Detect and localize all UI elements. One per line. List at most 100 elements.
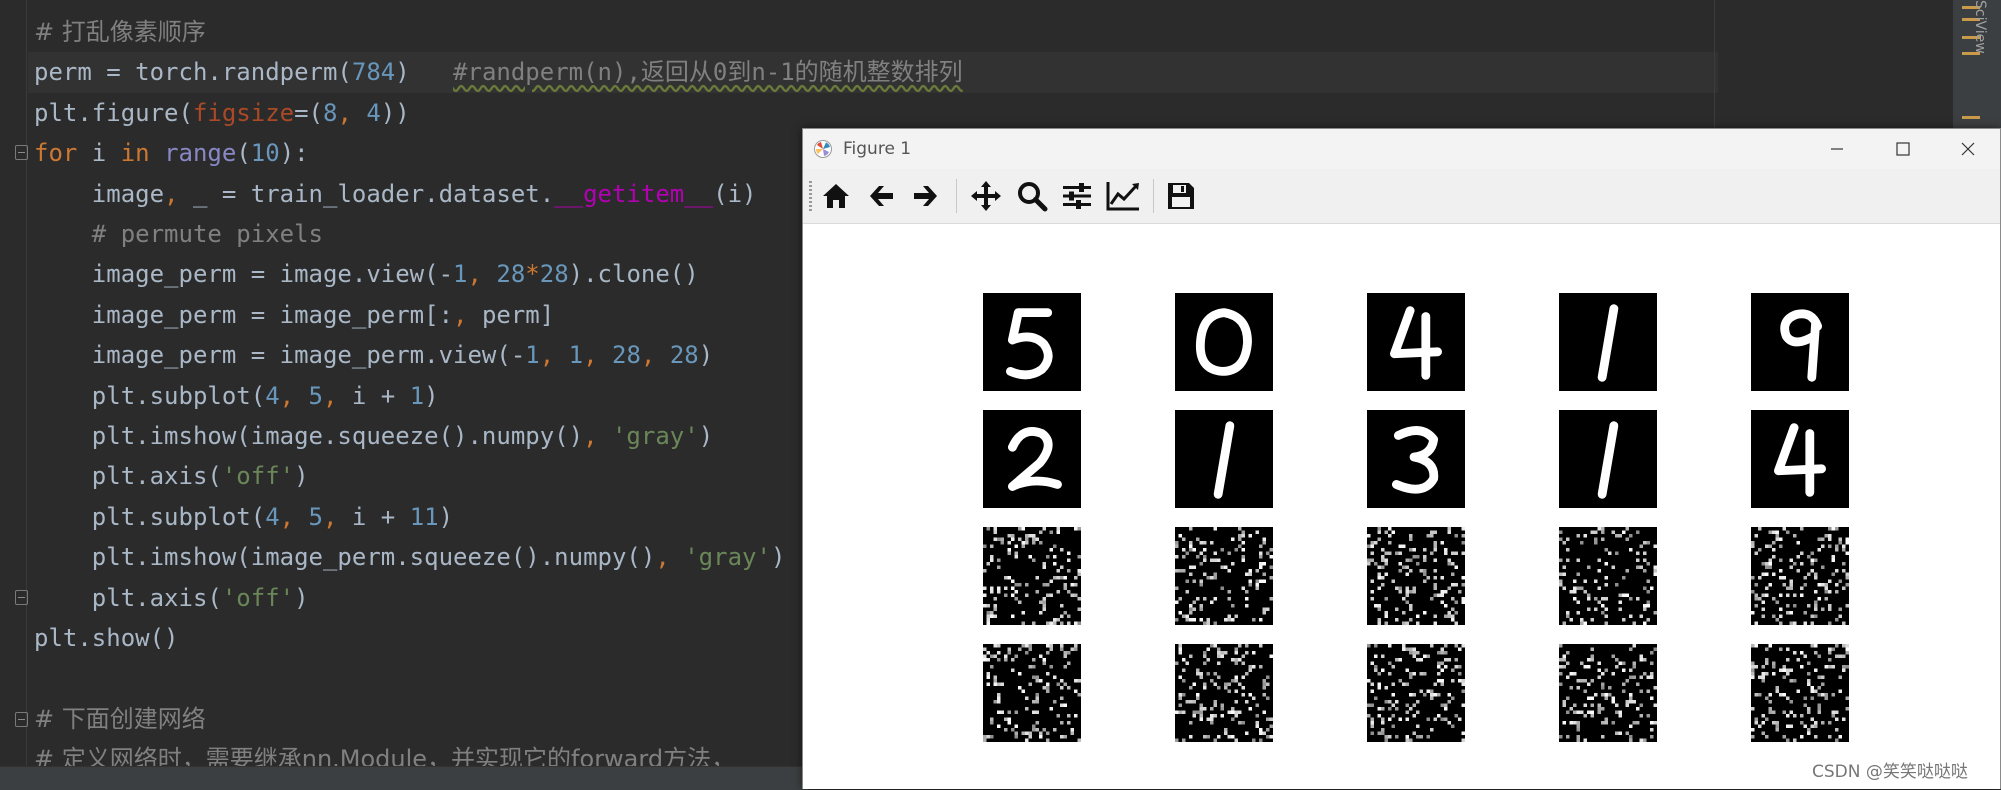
code-token: , — [323, 502, 352, 531]
code-line[interactable]: plt.show() — [34, 618, 179, 658]
code-token: range — [164, 139, 237, 168]
save-button[interactable] — [1161, 177, 1201, 215]
code-token: 'off' — [221, 462, 295, 491]
navigation-toolbar — [803, 169, 2000, 224]
code-line[interactable]: plt.axis('off') — [34, 578, 309, 618]
back-button[interactable] — [861, 177, 901, 215]
mnist-digit-image — [1175, 293, 1273, 391]
fold-toggle-for-loop-end[interactable] — [15, 590, 28, 605]
code-line[interactable]: image_perm = image_perm[:, perm] — [34, 295, 554, 335]
code-token: __getitem__ — [554, 179, 714, 208]
code-token: in — [120, 139, 150, 168]
sciview-panel-tab[interactable]: SciView — [1972, 0, 1988, 54]
mnist-digit-image — [1751, 293, 1849, 391]
code-token: 4 — [366, 98, 381, 127]
permuted-pixels-image — [1559, 527, 1657, 625]
code-token: ) — [770, 543, 786, 572]
code-token: )) — [380, 98, 410, 127]
code-token: plt.imshow(image.squeeze().numpy() — [34, 422, 584, 450]
code-token: , — [583, 422, 612, 450]
code-token: 'gray' — [684, 543, 771, 572]
close-button[interactable] — [1934, 129, 2001, 169]
permuted-pixels-image — [1367, 644, 1465, 742]
edit-axes-button[interactable] — [1103, 177, 1143, 215]
code-line[interactable]: plt.figure(figsize=(8, 4)) — [34, 93, 410, 133]
mnist-digit-image — [1367, 293, 1465, 391]
toolbar-separator — [1153, 179, 1154, 213]
configure-subplots-icon — [1063, 183, 1091, 209]
mnist-digit-image — [1175, 410, 1273, 508]
code-token: _ = train_loader.dataset. — [178, 179, 555, 208]
fold-toggle-for-loop[interactable] — [15, 145, 28, 160]
maximize-button[interactable] — [1869, 129, 1937, 169]
code-line[interactable]: image_perm = image_perm.view(-1, 1, 28, … — [34, 335, 713, 375]
code-token: i + — [351, 502, 410, 531]
mnist-digit-image — [983, 410, 1081, 508]
code-token: , — [279, 381, 309, 410]
code-token: plt.subplot( — [34, 381, 266, 410]
code-line[interactable]: plt.imshow(image_perm.squeeze().numpy(),… — [34, 537, 786, 577]
back-icon — [870, 186, 893, 206]
code-token: ( — [236, 139, 251, 168]
minimize-icon — [1831, 148, 1843, 150]
permuted-pixels-image — [1559, 644, 1657, 742]
code-line[interactable]: perm = torch.randperm(784) #randperm(n),… — [34, 52, 963, 92]
minimize-button[interactable] — [1803, 129, 1871, 169]
code-token: , — [539, 341, 569, 370]
code-token: image_perm = image.view(- — [34, 260, 454, 289]
code-line[interactable]: plt.subplot(4, 5, i + 11) — [34, 497, 453, 537]
code-line[interactable]: plt.imshow(image.squeeze().numpy(), 'gra… — [34, 416, 713, 456]
code-token: for — [34, 139, 78, 168]
code-token: , — [323, 381, 352, 410]
code-token: plt.subplot( — [34, 502, 266, 531]
code-line[interactable]: for i in range(10): — [34, 133, 309, 173]
forward-icon — [914, 186, 937, 206]
edit-axes-icon — [1106, 182, 1139, 211]
code-token: # permute pixels — [34, 220, 323, 248]
code-line[interactable]: plt.subplot(4, 5, i + 1) — [34, 376, 439, 416]
editor-gutter — [0, 0, 28, 789]
permuted-pixels-image — [1175, 644, 1273, 742]
code-token: ) — [698, 422, 714, 450]
warning-marker[interactable] — [1962, 116, 1980, 119]
code-token: , — [279, 502, 309, 531]
permuted-pixels-image — [1175, 527, 1273, 625]
window-title-bar[interactable]: Figure 1 — [803, 129, 2000, 170]
code-token: plt.imshow(image_perm.squeeze().numpy() — [34, 543, 656, 572]
csdn-watermark: CSDN @笑笑哒哒哒 — [1812, 762, 1968, 782]
code-token: # 打乱像素顺序 — [34, 18, 206, 46]
code-token: image — [34, 179, 165, 208]
code-line[interactable]: image, _ = train_loader.dataset.__getite… — [34, 174, 757, 214]
code-token: , — [164, 179, 179, 208]
code-token: , — [640, 341, 670, 370]
mnist-digit-image — [1367, 410, 1465, 508]
maximize-icon — [1896, 142, 1910, 156]
code-token: 5 — [308, 381, 323, 410]
figure-canvas[interactable] — [803, 224, 2000, 789]
configure-subplots-button[interactable] — [1057, 177, 1097, 215]
zoom-button[interactable] — [1012, 177, 1052, 215]
zoom-icon — [1018, 182, 1048, 212]
code-token: 8 — [323, 98, 338, 127]
code-token: (i) — [713, 179, 757, 208]
code-line[interactable]: # permute pixels — [34, 214, 323, 254]
code-line[interactable]: plt.axis('off') — [34, 456, 309, 496]
toolbar-grip[interactable] — [809, 181, 812, 211]
code-token: perm] — [481, 300, 555, 329]
editor-horizontal-scrollbar[interactable] — [0, 766, 808, 790]
mnist-digit-image — [1559, 410, 1657, 508]
pan-button[interactable] — [966, 177, 1006, 215]
home-button[interactable] — [816, 177, 856, 215]
close-icon — [1961, 142, 1975, 156]
code-line[interactable]: # 打乱像素顺序 — [34, 12, 206, 52]
fold-toggle-comment-block[interactable] — [15, 712, 28, 727]
code-line[interactable]: # 下面创建网络 — [34, 699, 206, 739]
mnist-digit-image — [1559, 293, 1657, 391]
forward-button[interactable] — [906, 177, 946, 215]
code-line[interactable]: image_perm = image.view(-1, 28*28).clone… — [34, 254, 699, 294]
code-token: 4 — [265, 502, 280, 531]
code-token: perm = torch.randperm( — [34, 58, 352, 87]
code-token: plt.axis( — [34, 583, 222, 612]
code-token: plt.show() — [34, 624, 179, 652]
code-token: i + — [351, 381, 410, 410]
